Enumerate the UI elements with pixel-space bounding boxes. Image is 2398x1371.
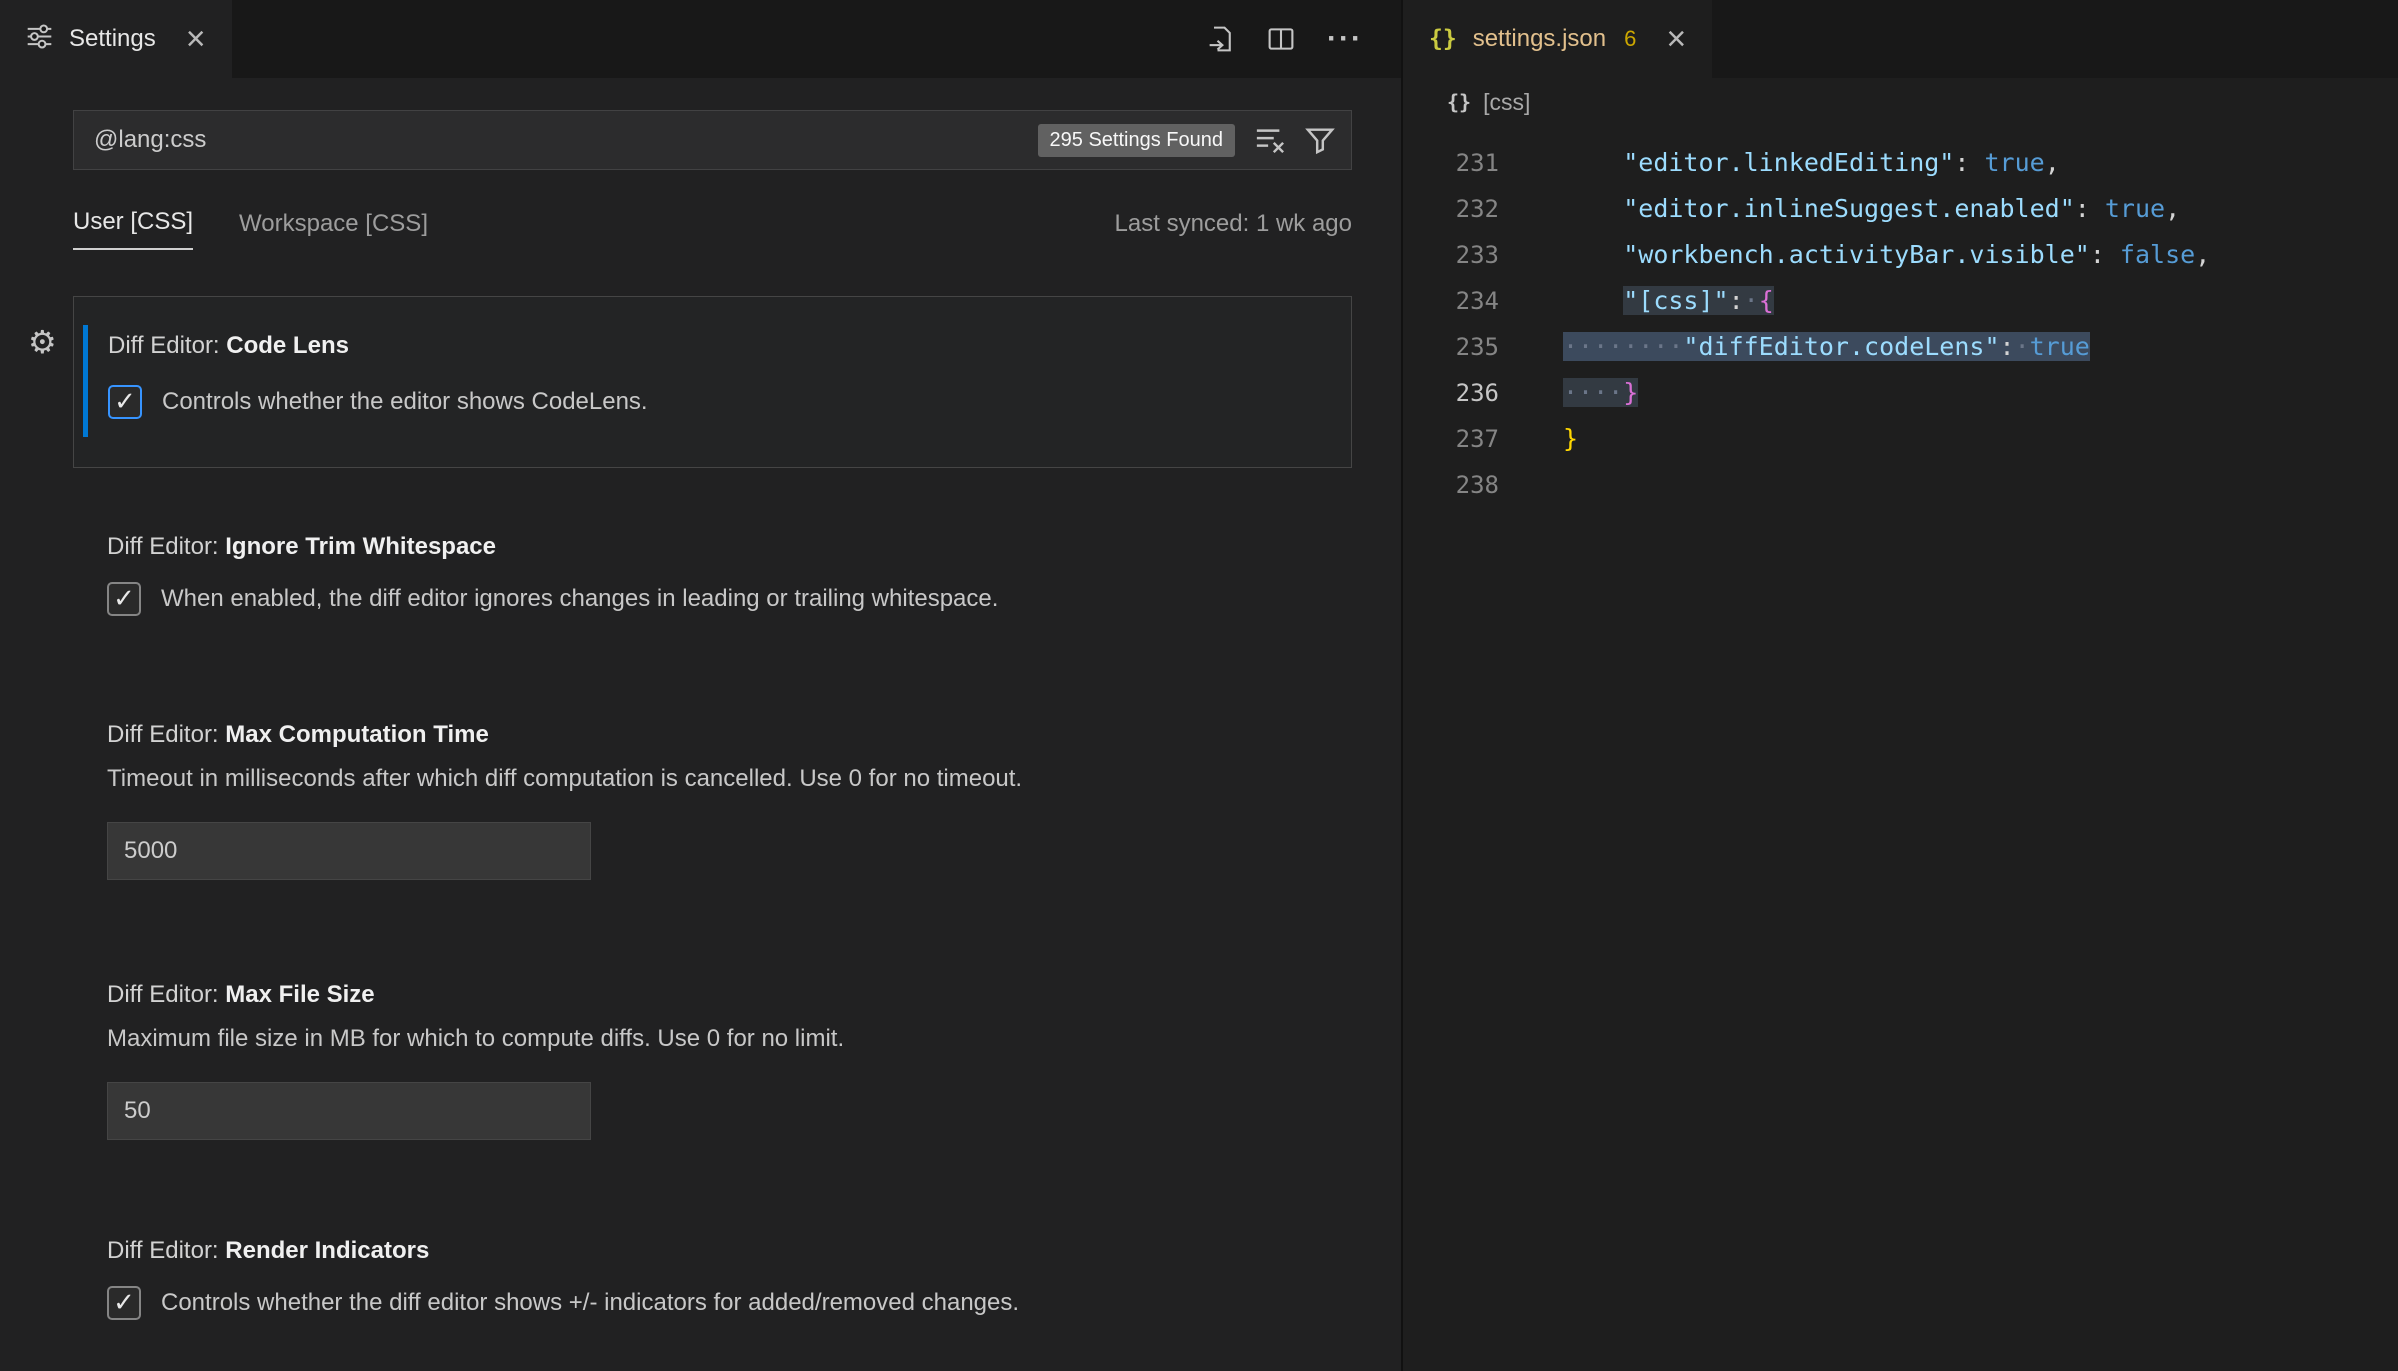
setting-value-input[interactable]: [107, 1082, 591, 1140]
code-token: [1563, 194, 1623, 223]
settings-editor-pane: Settings × ···: [0, 0, 1401, 1371]
code-token: ,: [2045, 148, 2060, 177]
line-number: 232: [1403, 186, 1499, 232]
tab-settings-label: Settings: [69, 25, 156, 53]
edit-setting-gear-icon[interactable]: ⚙: [28, 323, 57, 361]
problems-count-badge: 6: [1624, 26, 1636, 52]
right-tab-bar: {} settings.json 6 ×: [1403, 0, 2398, 78]
last-synced-label: Last synced: 1 wk ago: [1115, 210, 1352, 250]
tab-settings[interactable]: Settings ×: [0, 0, 232, 78]
setting-checkbox[interactable]: ✓: [107, 582, 141, 616]
code-token: :: [1954, 148, 1984, 177]
code-token: :: [1729, 286, 1744, 315]
settings-search[interactable]: 295 Settings Found: [73, 110, 1352, 170]
more-actions-icon[interactable]: ···: [1327, 22, 1363, 56]
tab-user-css[interactable]: User [CSS]: [73, 208, 193, 250]
setting-row[interactable]: Diff Editor: Max File Size Maximum file s…: [107, 980, 1352, 1140]
setting-checkbox[interactable]: ✓: [107, 1286, 141, 1320]
code-token: ····: [1563, 378, 1623, 407]
code-token: :: [2075, 194, 2105, 223]
vscode-workbench: Settings × ···: [0, 0, 2398, 1371]
breadcrumb[interactable]: {} [css]: [1403, 78, 2398, 126]
code-line[interactable]: 236 ····}: [1403, 370, 2398, 416]
settings-body: 295 Settings Found User [CSS] Workspace …: [0, 78, 1401, 1371]
code-token: [1563, 240, 1623, 269]
code-line[interactable]: 234 "[css]":·{: [1403, 278, 2398, 324]
code-token: "[css]": [1623, 286, 1728, 315]
code-token: true: [1984, 148, 2044, 177]
json-editor-pane: {} settings.json 6 × {} [css] 231 "edito…: [1401, 0, 2398, 1371]
code-token: [1563, 286, 1623, 315]
code-token: true: [2030, 332, 2090, 361]
close-tab-icon[interactable]: ×: [1666, 22, 1686, 56]
setting-title: Diff Editor: Max Computation Time: [107, 720, 1352, 750]
settings-sliders-icon: [26, 23, 53, 55]
code-token: true: [2105, 194, 2165, 223]
code-token: "diffEditor.codeLens": [1683, 332, 1999, 361]
setting-row[interactable]: ⚙Diff Editor: Code Lens✓Controls whether…: [73, 296, 1352, 468]
symbol-object-icon: {}: [1447, 90, 1471, 114]
code-token: }: [1563, 424, 1578, 453]
code-token: ,: [2195, 240, 2210, 269]
setting-description: Maximum file size in MB for which to com…: [107, 1024, 1352, 1054]
setting-title: Diff Editor: Render Indicators: [107, 1236, 1352, 1266]
tab-settings-json-label: settings.json: [1473, 25, 1606, 53]
code-token: ,: [2165, 194, 2180, 223]
line-number: 237: [1403, 416, 1499, 462]
setting-description: Controls whether the diff editor shows +…: [161, 1288, 1019, 1318]
setting-description: Timeout in milliseconds after which diff…: [107, 764, 1352, 794]
code-line[interactable]: 235 ········"diffEditor.codeLens":·true: [1403, 324, 2398, 370]
modified-indicator: [83, 325, 88, 437]
settings-scope-row: User [CSS] Workspace [CSS] Last synced: …: [73, 208, 1352, 250]
setting-description: When enabled, the diff editor ignores ch…: [161, 584, 998, 614]
code-line[interactable]: 231 "editor.linkedEditing": true,: [1403, 140, 2398, 186]
setting-value-input[interactable]: [107, 822, 591, 880]
left-tab-bar: Settings × ···: [0, 0, 1401, 78]
line-number: 235: [1403, 324, 1499, 370]
filter-icon[interactable]: [1305, 125, 1335, 155]
code-token: "editor.inlineSuggest.enabled": [1623, 194, 2075, 223]
line-number: 233: [1403, 232, 1499, 278]
settings-list: ⚙ Diff Editor: Code Lens ✓ Controls whether…: [0, 296, 1401, 1320]
clear-filters-icon[interactable]: [1255, 125, 1285, 155]
tab-settings-json[interactable]: {} settings.json 6 ×: [1403, 0, 1712, 78]
setting-checkbox[interactable]: ✓: [108, 385, 142, 419]
tab-workspace-css[interactable]: Workspace [CSS]: [239, 210, 428, 250]
setting-row[interactable]: Diff Editor: Ignore Trim Whitespace ✓ When…: [107, 532, 1352, 616]
settings-count-badge: 295 Settings Found: [1038, 124, 1235, 157]
breadcrumb-item-css[interactable]: [css]: [1483, 89, 1530, 116]
setting-title: Diff Editor: Ignore Trim Whitespace: [107, 532, 1352, 562]
code-token: "workbench.activityBar.visible": [1623, 240, 2090, 269]
code-token: }: [1623, 378, 1638, 407]
code-token: {: [1759, 286, 1774, 315]
code-token: false: [2120, 240, 2195, 269]
code-lines[interactable]: 231 "editor.linkedEditing": true,232 "ed…: [1403, 126, 2398, 508]
setting-row[interactable]: Diff Editor: Max Computation Time Timeout…: [107, 720, 1352, 880]
code-line[interactable]: 238: [1403, 462, 2398, 508]
setting-description: Controls whether the editor shows CodeLe…: [162, 387, 648, 417]
code-token: ········: [1563, 332, 1683, 361]
setting-row[interactable]: Diff Editor: Render Indicators ✓ Controls …: [107, 1236, 1352, 1320]
setting-title: Diff Editor: Max File Size: [107, 980, 1352, 1010]
code-token: ·: [2015, 332, 2030, 361]
close-tab-icon[interactable]: ×: [186, 22, 206, 56]
line-number: 231: [1403, 140, 1499, 186]
json-file-icon: {}: [1429, 26, 1457, 52]
code-token: :: [2090, 240, 2120, 269]
editor-title-actions: ···: [1207, 0, 1401, 78]
settings-search-input[interactable]: [92, 125, 1022, 155]
code-line[interactable]: 233 "workbench.activityBar.visible": fal…: [1403, 232, 2398, 278]
line-number: 238: [1403, 462, 1499, 508]
setting-title: Diff Editor: Code Lens: [108, 331, 1321, 361]
code-token: ·: [1744, 286, 1759, 315]
open-settings-json-icon[interactable]: [1207, 25, 1235, 53]
code-token: [1563, 148, 1623, 177]
line-number: 236: [1403, 370, 1499, 416]
line-number: 234: [1403, 278, 1499, 324]
split-editor-icon[interactable]: [1267, 25, 1295, 53]
code-token: "editor.linkedEditing": [1623, 148, 1954, 177]
code-token: :: [2000, 332, 2015, 361]
code-line[interactable]: 237}: [1403, 416, 2398, 462]
code-line[interactable]: 232 "editor.inlineSuggest.enabled": true…: [1403, 186, 2398, 232]
